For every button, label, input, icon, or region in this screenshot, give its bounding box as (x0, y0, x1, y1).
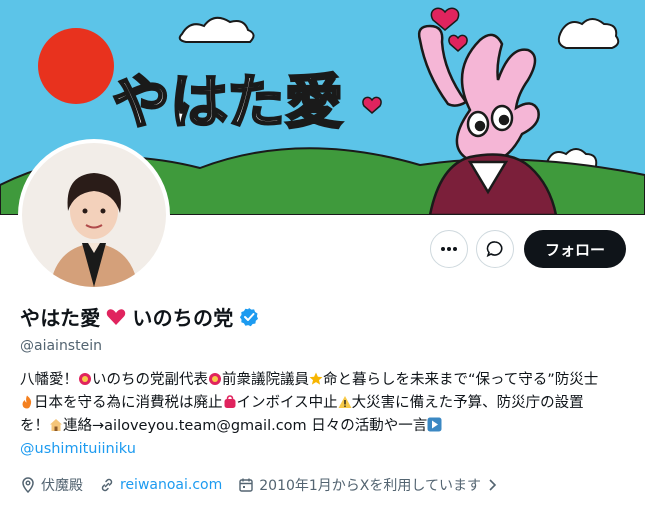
name-row: やはた愛 いのちの党 (20, 302, 259, 331)
play-button-emoji-icon (427, 417, 442, 439)
chevron-right-icon (489, 479, 497, 491)
sun-shape (38, 28, 114, 104)
house-emoji-icon (49, 418, 63, 439)
follow-button[interactable]: フォロー (524, 230, 626, 268)
name-suffix: いのちの党 (132, 306, 234, 330)
more-icon (441, 247, 457, 251)
bio-text: 八幡愛！ (20, 372, 78, 388)
location-pin-icon (22, 477, 34, 493)
joined-text: 2010年1月からXを利用しています (259, 478, 481, 494)
flower-emoji-icon (78, 372, 92, 393)
star-emoji-icon (309, 372, 323, 393)
profile-bio: 八幡愛！ いのちの党副代表 前衆議院議員 命と暮らしを未来まで“保って守る”防災士日本… (20, 370, 610, 460)
message-icon (486, 241, 503, 258)
link-icon (101, 478, 113, 492)
location-text: 伏魔殿 (41, 478, 83, 494)
display-name: やはた愛 (20, 306, 101, 330)
warning-emoji-icon (338, 395, 352, 416)
avatar-photo (22, 143, 166, 287)
profile-meta: 伏魔殿 reiwanoai.com 2010年1月からXを利用しています (20, 475, 514, 495)
bio-text: いのちの党副代表 (92, 372, 208, 388)
flower-emoji-icon (208, 372, 222, 393)
profile-avatar[interactable] (18, 139, 170, 291)
mention-link[interactable]: @ushimituiiniku (20, 441, 136, 457)
website-link[interactable]: reiwanoai.com (120, 477, 222, 493)
profile-handle: @aiainstein (20, 338, 102, 354)
bio-text: 日本を守る為に消費税は廃止 (34, 395, 223, 411)
location-item: 伏魔殿 (20, 475, 83, 495)
joined-item[interactable]: 2010年1月からXを利用しています (238, 475, 498, 495)
verified-badge-icon[interactable] (239, 307, 259, 327)
bio-text: 前衆議院議員 (222, 372, 309, 388)
website-item[interactable]: reiwanoai.com (99, 477, 222, 493)
bio-text: 命と暮らしを未来まで“保って守る”防災士 (323, 372, 599, 388)
bag-emoji-icon (223, 395, 237, 416)
calendar-icon (239, 478, 253, 492)
banner-title: やはた愛 (112, 68, 343, 136)
bio-text: インボイス中止 (236, 395, 338, 411)
more-button[interactable] (430, 230, 468, 268)
bio-text: 連絡→ailoveyou.team@gmail.com 日々の活動や一言 (63, 418, 428, 434)
message-button[interactable] (476, 230, 514, 268)
fire-emoji-icon (20, 395, 34, 416)
heart-icon (107, 308, 126, 325)
